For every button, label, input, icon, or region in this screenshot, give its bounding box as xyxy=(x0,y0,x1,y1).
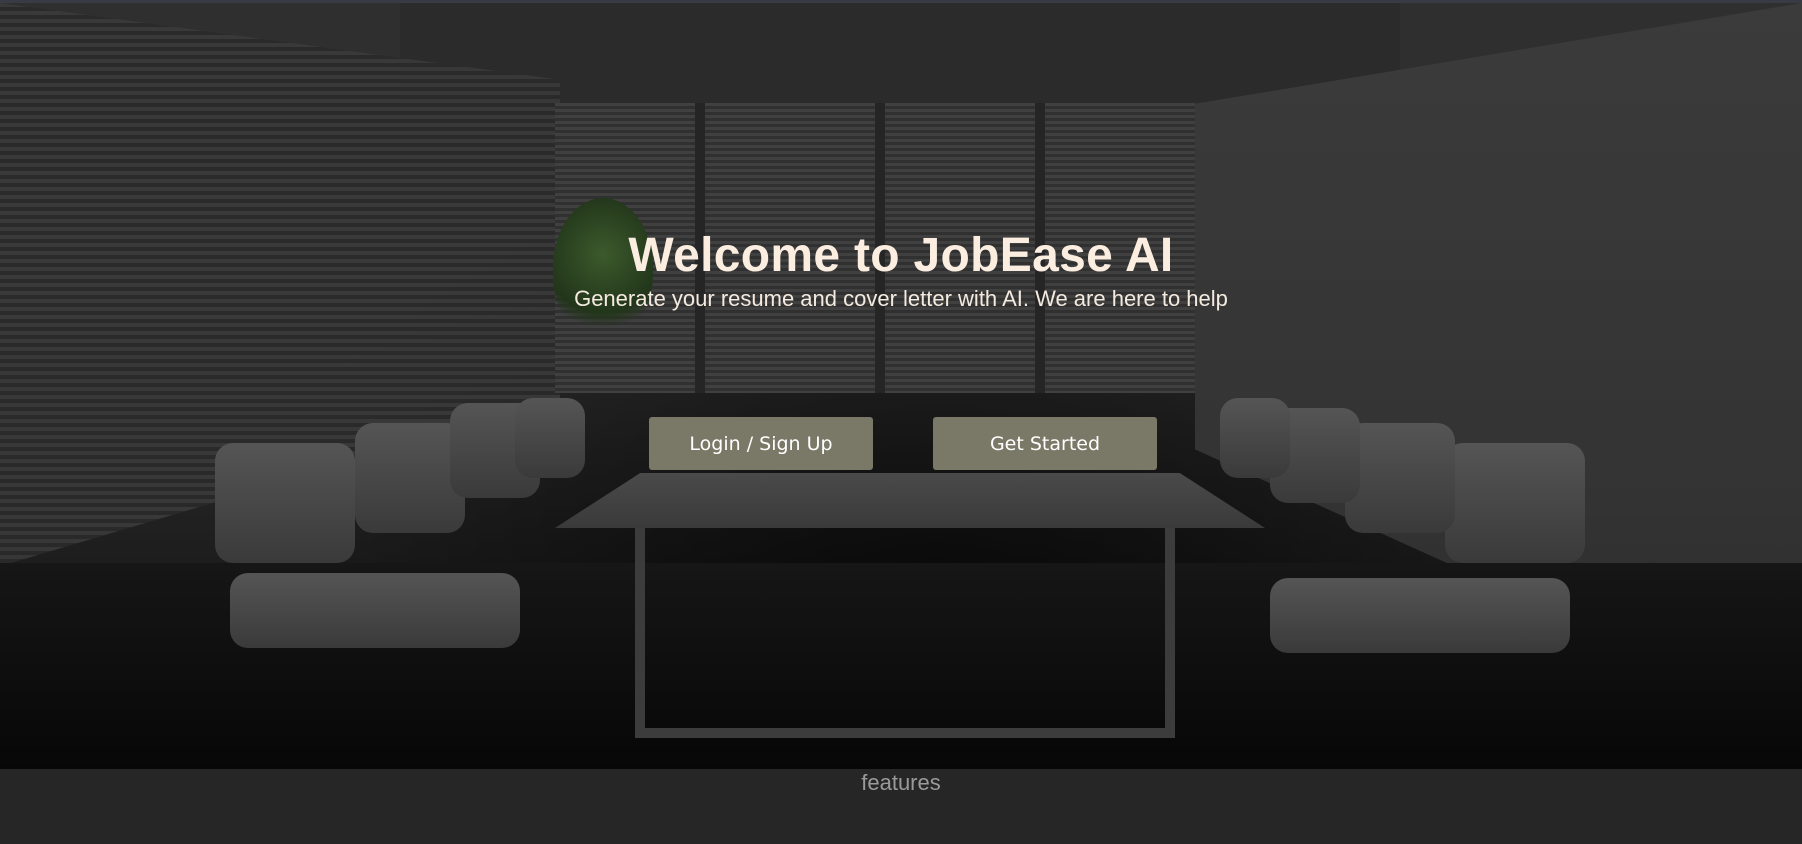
page-title: Welcome to JobEase AI xyxy=(628,229,1174,282)
page-subtitle: Generate your resume and cover letter wi… xyxy=(574,286,1228,311)
features-heading: features xyxy=(861,770,941,795)
get-started-button[interactable]: Get Started xyxy=(933,417,1157,470)
hero-content: Welcome to JobEase AI Generate your resu… xyxy=(0,0,1802,766)
login-signup-button[interactable]: Login / Sign Up xyxy=(649,417,873,470)
